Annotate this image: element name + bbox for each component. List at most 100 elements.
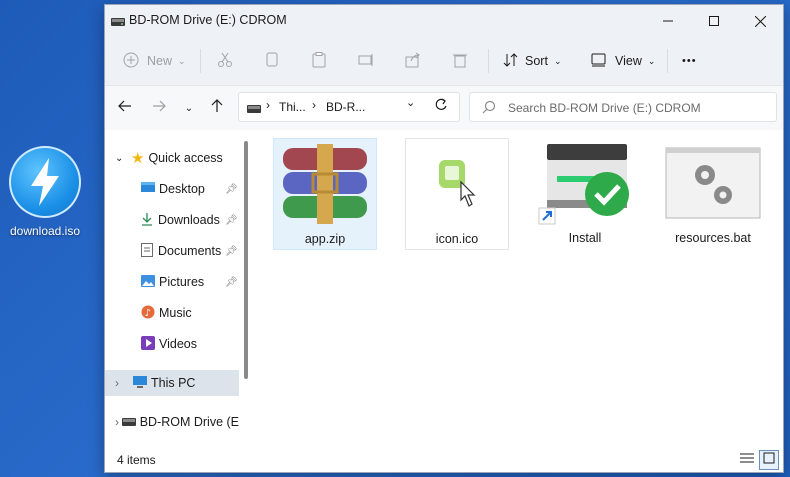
new-label: New <box>147 54 173 68</box>
drive-icon <box>111 14 125 32</box>
chevron-right-icon: › <box>266 98 270 112</box>
close-button[interactable] <box>737 5 783 37</box>
paste-button[interactable] <box>311 37 327 85</box>
music-icon: ♪ <box>141 305 155 322</box>
sort-icon <box>503 52 519 71</box>
view-label: View <box>615 54 642 68</box>
search-input[interactable]: Search BD-ROM Drive (E:) CDROM <box>469 92 777 122</box>
file-item[interactable]: Install <box>533 138 637 250</box>
arrow-left-icon <box>118 99 132 117</box>
sidebar-scrollbar[interactable] <box>244 141 248 379</box>
sidebar-item-label: BD-ROM Drive (E <box>139 415 239 429</box>
title-bar[interactable]: BD-ROM Drive (E:) CDROM <box>105 5 783 37</box>
file-name: icon.ico <box>435 232 479 246</box>
maximize-button[interactable] <box>691 5 737 37</box>
sidebar-item-label: Pictures <box>159 275 205 289</box>
file-name: app.zip <box>304 232 346 246</box>
divider <box>488 49 489 73</box>
sidebar-item-this-pc[interactable]: › This PC <box>105 370 239 396</box>
file-item[interactable]: icon.ico <box>405 138 509 250</box>
chevron-right-icon: › <box>115 415 119 429</box>
tiles-view-icon <box>763 451 775 469</box>
back-button[interactable] <box>113 96 137 120</box>
minimize-button[interactable] <box>645 5 691 37</box>
sidebar-item-desktop[interactable]: Desktop 📌︎ <box>105 176 239 202</box>
chevron-down-icon: ⌄ <box>115 152 124 164</box>
sidebar-item-label: Desktop <box>159 182 205 196</box>
pin-icon: 📌︎ <box>225 214 238 226</box>
forward-button[interactable] <box>147 96 171 120</box>
file-list: app.zip icon.ico Install resources.bat <box>255 130 783 450</box>
desktop-icon-label: download.iso <box>9 224 81 238</box>
breadcrumb-drive[interactable]: BD-R... <box>326 100 365 114</box>
archive-icon <box>274 141 376 227</box>
refresh-icon[interactable] <box>434 98 448 117</box>
copy-button[interactable] <box>264 37 280 85</box>
chevron-down-icon: ⌄ <box>647 55 656 66</box>
address-history-dropdown[interactable]: ⌄ <box>406 96 415 109</box>
recent-locations-button[interactable]: ⌄ <box>177 96 201 120</box>
documents-icon <box>141 242 153 260</box>
view-icon <box>591 53 607 70</box>
sort-button[interactable]: Sort ⌄ <box>503 37 561 85</box>
computer-icon <box>133 375 147 391</box>
sidebar-item-videos[interactable]: Videos <box>105 331 239 357</box>
item-count: 4 items <box>117 453 156 467</box>
videos-icon <box>141 335 155 353</box>
search-icon <box>482 100 496 119</box>
address-bar[interactable]: › Thi... › BD-R... ⌄ <box>238 92 460 122</box>
sidebar-item-bd-rom-drive[interactable]: › BD-ROM Drive (E <box>105 409 239 430</box>
file-explorer-window: BD-ROM Drive (E:) CDROM New ⌄ Sort ⌄ Vie… <box>104 4 784 473</box>
new-button[interactable]: New ⌄ <box>123 37 186 85</box>
breadcrumb-this-pc[interactable]: Thi... <box>279 100 306 114</box>
cut-button[interactable] <box>217 37 233 85</box>
drive-icon <box>247 101 261 119</box>
divider <box>200 49 201 73</box>
arrow-right-icon <box>152 99 166 117</box>
command-bar: New ⌄ Sort ⌄ View ⌄ ••• <box>105 37 783 86</box>
more-options-button[interactable]: ••• <box>682 37 697 85</box>
sidebar-item-label: Videos <box>159 337 197 351</box>
large-icons-view-button[interactable] <box>759 450 779 470</box>
pin-icon: 📌︎ <box>225 276 238 288</box>
pin-icon: 📌︎ <box>225 183 238 195</box>
sort-label: Sort <box>525 54 548 68</box>
details-view-button[interactable] <box>737 450 757 470</box>
chevron-down-icon: ⌄ <box>553 55 562 66</box>
arrow-up-icon <box>211 98 223 118</box>
chevron-down-icon: ⌄ <box>184 102 194 114</box>
chevron-down-icon: ⌄ <box>178 55 186 66</box>
sidebar-item-music[interactable]: ♪ Music <box>105 300 239 326</box>
sidebar-item-pictures[interactable]: Pictures 📌︎ <box>105 269 239 295</box>
chevron-right-icon: › <box>115 376 119 390</box>
disc-image-icon <box>9 146 81 218</box>
window-title: BD-ROM Drive (E:) CDROM <box>129 13 287 27</box>
drive-icon <box>121 415 136 430</box>
sidebar-item-label: This PC <box>151 376 196 390</box>
download-icon <box>141 212 153 229</box>
ico-file-icon <box>406 141 508 227</box>
svg-text:♪: ♪ <box>145 308 151 319</box>
navigation-pane: ⌄ ★ Quick access Desktop 📌︎ Downloads 📌︎… <box>105 130 253 430</box>
share-button[interactable] <box>405 37 421 85</box>
sidebar-item-label: Music <box>159 306 192 320</box>
scissors-icon <box>217 52 233 71</box>
sidebar-item-quick-access[interactable]: ⌄ ★ Quick access <box>105 145 239 171</box>
sidebar-item-label: Downloads <box>158 213 220 227</box>
sidebar-item-downloads[interactable]: Downloads 📌︎ <box>105 207 239 233</box>
desktop-icon-download-iso[interactable]: download.iso <box>4 146 86 238</box>
file-item[interactable]: app.zip <box>273 138 377 250</box>
plus-circle-icon <box>123 52 139 71</box>
file-item[interactable]: resources.bat <box>661 138 765 250</box>
rename-button[interactable] <box>358 37 374 85</box>
pictures-icon <box>141 274 155 290</box>
up-button[interactable] <box>205 96 229 120</box>
delete-button[interactable] <box>452 37 468 85</box>
view-button[interactable]: View ⌄ <box>591 37 655 85</box>
divider <box>667 49 668 73</box>
list-view-icon <box>740 451 754 469</box>
sidebar-item-documents[interactable]: Documents 📌︎ <box>105 238 239 264</box>
star-icon: ★ <box>131 150 145 167</box>
desktop-icon <box>141 181 155 197</box>
sidebar-item-label: Quick access <box>148 151 223 165</box>
